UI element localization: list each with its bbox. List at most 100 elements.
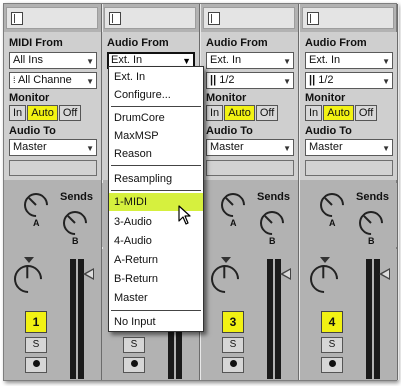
record-arm-button[interactable] <box>123 357 145 373</box>
track-3: Audio From Ext. In ▼ || 1/2 ▼ Monitor In A… <box>201 4 300 380</box>
output-channel-box[interactable] <box>206 160 294 176</box>
track-view-icon <box>109 12 121 25</box>
chevron-down-icon: ▼ <box>382 57 390 66</box>
chevron-down-icon: ▼ <box>382 77 390 86</box>
input-channel-chooser[interactable]: ⁞ All Channe ▼ <box>9 72 97 89</box>
send-b-label: B <box>269 236 276 246</box>
menu-item-maxmsp[interactable]: MaxMSP <box>109 127 203 145</box>
menu-item-reason[interactable]: Reason <box>109 145 203 163</box>
output-type-value: Master <box>309 141 343 153</box>
track-2-header[interactable] <box>104 7 196 29</box>
record-arm-icon <box>229 359 237 367</box>
input-type-chooser[interactable]: All Ins ▼ <box>9 52 97 69</box>
solo-button[interactable]: S <box>321 337 343 353</box>
track-1-sends: A Sends B <box>4 183 101 247</box>
track-4-header[interactable] <box>302 7 394 29</box>
solo-button[interactable]: S <box>222 337 244 353</box>
chevron-down-icon: ▼ <box>283 57 291 66</box>
output-channel-box[interactable] <box>9 160 97 176</box>
menu-item-no-input[interactable]: No Input <box>109 313 203 331</box>
input-type-label: Audio From <box>305 37 367 49</box>
chevron-down-icon: ▼ <box>86 57 94 66</box>
record-arm-button[interactable] <box>222 357 244 373</box>
track-4: Audio From Ext. In ▼ || 1/2 ▼ Monitor In A… <box>300 4 399 380</box>
input-channel-chooser[interactable]: || 1/2 ▼ <box>305 72 393 89</box>
volume-fader-handle[interactable] <box>83 268 94 280</box>
solo-button[interactable]: S <box>123 337 145 353</box>
pan-knob[interactable] <box>205 259 245 299</box>
output-type-value: Master <box>13 141 47 153</box>
input-type-chooser[interactable]: Ext. In ▼ <box>305 52 393 69</box>
monitor-auto-button[interactable]: Auto <box>323 105 354 121</box>
track-4-io: Audio From Ext. In ▼ || 1/2 ▼ Monitor In A… <box>300 32 397 180</box>
pan-knob[interactable] <box>8 259 48 299</box>
monitor-auto-button[interactable]: Auto <box>224 105 255 121</box>
output-type-value: Master <box>210 141 244 153</box>
input-channel-value: 1/2 <box>219 74 235 86</box>
sends-label: Sends <box>356 191 390 203</box>
sends-label: Sends <box>257 191 291 203</box>
send-a-knob[interactable] <box>315 188 349 222</box>
monitor-in-button[interactable]: In <box>305 105 323 121</box>
menu-item-4-audio[interactable]: 4-Audio <box>109 232 203 250</box>
input-type-chooser[interactable]: Ext. In ▼ <box>206 52 294 69</box>
level-meter-left <box>366 259 372 379</box>
monitor-label: Monitor <box>206 92 247 104</box>
send-b-knob[interactable] <box>354 206 388 240</box>
track-1-fader-section: 1 S <box>4 249 101 380</box>
record-arm-button[interactable] <box>25 357 47 373</box>
volume-fader-handle[interactable] <box>280 268 291 280</box>
track-activator-button[interactable]: 3 <box>222 311 244 333</box>
monitor-switch: In Auto Off <box>9 105 82 121</box>
input-channel-chooser[interactable]: || 1/2 ▼ <box>206 72 294 89</box>
stereo-icon: || <box>210 74 217 86</box>
track-1-header[interactable] <box>6 7 98 29</box>
output-channel-box[interactable] <box>305 160 393 176</box>
monitor-off-button[interactable]: Off <box>354 105 378 121</box>
monitor-in-button[interactable]: In <box>9 105 27 121</box>
sends-label: Sends <box>60 191 94 203</box>
track-view-icon <box>208 12 220 25</box>
input-type-value: All Ins <box>13 54 43 66</box>
menu-separator <box>111 106 201 107</box>
menu-item-drumcore[interactable]: DrumCore <box>109 109 203 127</box>
send-b-label: B <box>72 236 79 246</box>
record-arm-icon <box>130 359 138 367</box>
menu-item-configure[interactable]: Configure... <box>109 86 203 104</box>
input-channel-value: All Channe <box>17 74 72 86</box>
menu-item-b-return[interactable]: B-Return <box>109 270 203 288</box>
menu-item-master[interactable]: Master <box>109 289 203 307</box>
output-type-chooser[interactable]: Master ▼ <box>305 139 393 156</box>
pan-center-marker <box>24 257 34 263</box>
track-activator-button[interactable]: 4 <box>321 311 343 333</box>
record-arm-button[interactable] <box>321 357 343 373</box>
output-type-chooser[interactable]: Master ▼ <box>206 139 294 156</box>
stereo-icon: || <box>309 74 316 86</box>
monitor-auto-button[interactable]: Auto <box>27 105 58 121</box>
chevron-down-icon: ▼ <box>86 144 94 153</box>
monitor-off-button[interactable]: Off <box>255 105 279 121</box>
volume-fader-handle[interactable] <box>379 268 390 280</box>
output-type-label: Audio To <box>9 125 56 137</box>
input-type-value: Ext. In <box>111 54 143 66</box>
track-3-header[interactable] <box>203 7 295 29</box>
send-b-knob[interactable] <box>58 206 92 240</box>
send-a-label: A <box>33 218 40 228</box>
send-a-knob[interactable] <box>216 188 250 222</box>
output-type-chooser[interactable]: Master ▼ <box>9 139 97 156</box>
pan-center-marker <box>320 257 330 263</box>
menu-item-ext-in[interactable]: Ext. In <box>109 68 203 86</box>
send-a-knob[interactable] <box>19 188 53 222</box>
chevron-down-icon: ▼ <box>86 77 94 86</box>
monitor-off-button[interactable]: Off <box>58 105 82 121</box>
menu-item-resampling[interactable]: Resampling <box>109 170 203 188</box>
monitor-in-button[interactable]: In <box>206 105 224 121</box>
pan-knob[interactable] <box>304 259 344 299</box>
menu-item-a-return[interactable]: A-Return <box>109 251 203 269</box>
track-3-fader-section: 3 S <box>201 249 298 380</box>
track-activator-button[interactable]: 1 <box>25 311 47 333</box>
monitor-switch: In Auto Off <box>206 105 279 121</box>
send-b-knob[interactable] <box>255 206 289 240</box>
solo-button[interactable]: S <box>25 337 47 353</box>
output-type-label: Audio To <box>305 125 352 137</box>
